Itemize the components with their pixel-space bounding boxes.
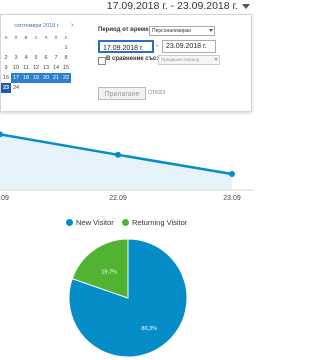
legend-swatch — [66, 219, 73, 226]
weekday-label: н — [4, 35, 8, 41]
sessions-line-chart: .09 22.09 23.09 — [0, 131, 254, 202]
calendar-day[interactable]: 3 — [11, 53, 21, 63]
weekday-label: с — [64, 35, 68, 41]
date-separator: - — [156, 41, 159, 50]
legend-item-returning-visitor[interactable]: Returning Visitor — [122, 218, 187, 227]
calendar-day[interactable]: 17 — [11, 73, 21, 83]
x-tick-label: .09 — [0, 195, 9, 202]
legend-swatch — [122, 219, 129, 226]
calendar-grid: н п в с ч п с 1 2 3 4 5 6 7 8 9 10 11 12 13 14 15 16 17 18 19 20 21… — [1, 33, 71, 93]
calendar-day[interactable]: 1 — [61, 43, 71, 53]
weekday-label: в — [24, 35, 28, 41]
data-point[interactable] — [229, 171, 235, 177]
series-area — [0, 134, 232, 190]
calendar-day[interactable]: 18 — [21, 73, 31, 83]
calendar-day[interactable]: 14 — [51, 63, 61, 73]
calendar-empty — [41, 43, 51, 53]
calendar-day[interactable]: 9 — [1, 63, 11, 73]
calendar-empty — [31, 83, 41, 93]
calendar-empty — [41, 83, 51, 93]
calendar-day[interactable]: 21 — [51, 73, 61, 83]
calendar-empty — [61, 83, 71, 93]
calendar-day[interactable]: 10 — [11, 63, 21, 73]
weekday-label: ч — [44, 35, 48, 41]
calendar-day[interactable]: 8 — [61, 53, 71, 63]
calendar-day[interactable]: 22 — [61, 73, 71, 83]
period-select[interactable]: Персонализиран — [149, 26, 215, 36]
next-month-icon[interactable]: › — [71, 22, 73, 29]
calendar-day[interactable]: 24 — [11, 83, 21, 93]
pie-slice-label: 80,3% — [141, 326, 157, 332]
compare-label: В сравнение със: — [106, 56, 159, 62]
calendar-day[interactable]: 15 — [61, 63, 71, 73]
calendar-empty — [21, 83, 31, 93]
x-tick-label: 22.09 — [109, 195, 127, 202]
weekday-label: п — [14, 35, 18, 41]
calendar-empty — [51, 43, 61, 53]
calendar-day[interactable]: 13 — [41, 63, 51, 73]
calendar-empty — [11, 43, 21, 53]
calendar-day[interactable]: 7 — [51, 53, 61, 63]
legend-label: New Visitor — [76, 218, 114, 227]
chevron-down-icon — [209, 29, 213, 32]
x-tick-label: 23.09 — [223, 195, 241, 202]
calendar-empty — [31, 43, 41, 53]
pie-legend: New Visitor Returning Visitor — [0, 218, 254, 232]
end-date-input[interactable]: 23.09.2018 г. — [162, 40, 216, 53]
cancel-link[interactable]: отказ — [148, 89, 165, 96]
legend-label: Returning Visitor — [132, 218, 188, 227]
calendar-day[interactable]: 19 — [31, 73, 41, 83]
apply-button[interactable]: Прилагане — [98, 87, 146, 100]
date-range-dropdown[interactable]: 17.09.2018 г. - 23.09.2018 г. — [107, 0, 250, 12]
compare-checkbox[interactable] — [98, 57, 106, 65]
chevron-down-icon — [242, 3, 250, 9]
weekday-label: с — [34, 35, 38, 41]
compare-select[interactable]: Предишен период — [158, 55, 220, 65]
date-range-text: 17.09.2018 г. - 23.09.2018 г. — [106, 0, 238, 12]
calendar-empty — [21, 43, 31, 53]
calendar-empty — [51, 83, 61, 93]
weekday-label: п — [54, 35, 58, 41]
visitor-type-pie-chart: 80,3% 19,7% — [68, 238, 188, 358]
calendar-day[interactable]: 6 — [41, 53, 51, 63]
calendar-day[interactable]: 12 — [31, 63, 41, 73]
period-select-value: Персонализиран — [152, 28, 192, 34]
calendar-day[interactable]: 23 — [1, 83, 11, 93]
chevron-down-icon — [214, 58, 218, 61]
calendar-day[interactable]: 11 — [21, 63, 31, 73]
data-point[interactable] — [115, 151, 121, 158]
legend-item-new-visitor[interactable]: New Visitor — [66, 218, 114, 227]
calendar-day[interactable]: 4 — [21, 53, 31, 63]
start-date-input[interactable]: 17.09.2018 г. — [98, 40, 154, 53]
pie-slice-label: 19,7% — [101, 270, 117, 276]
calendar-day[interactable]: 16 — [1, 73, 11, 83]
calendar-day[interactable]: 5 — [31, 53, 41, 63]
date-picker-panel: септември 2018 г. › н п в с ч п с 1 2 3 4 5 6 7 8 9 10 11… — [0, 14, 252, 112]
compare-select-value: Предишен период — [161, 57, 200, 62]
calendar-empty — [1, 43, 11, 53]
calendar-day[interactable]: 2 — [1, 53, 11, 63]
calendar-month-label: септември 2018 г. — [14, 23, 60, 29]
calendar-day[interactable]: 20 — [41, 73, 51, 83]
period-label: Период от време: — [98, 27, 151, 33]
